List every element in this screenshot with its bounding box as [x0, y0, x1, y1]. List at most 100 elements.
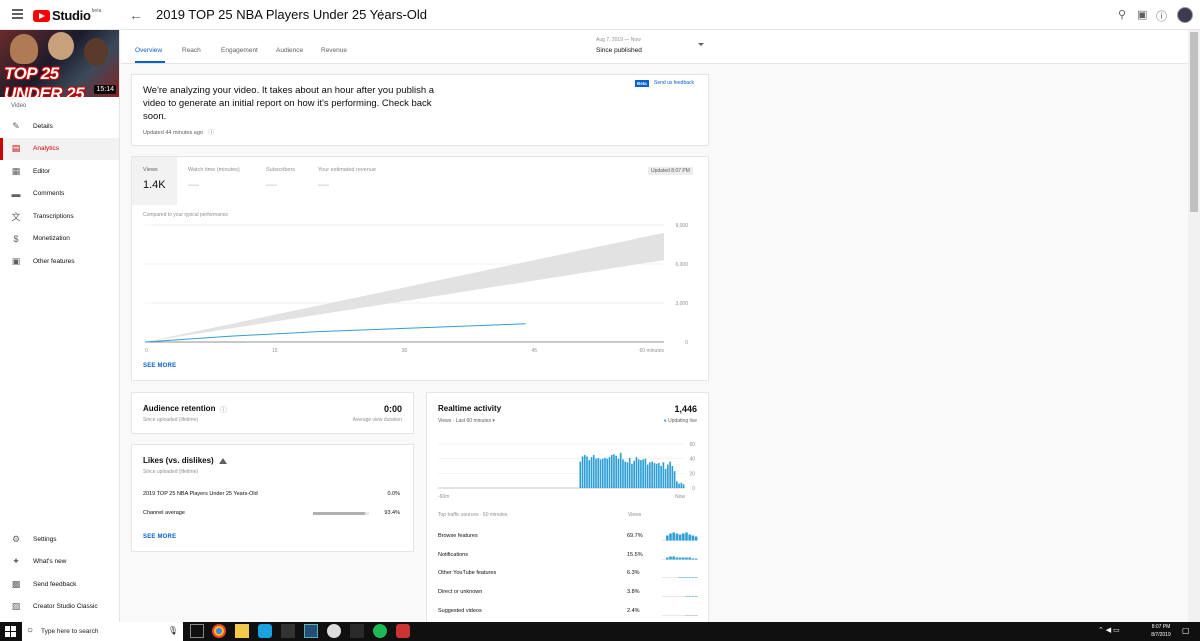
see-more-link[interactable]: SEE MORE	[143, 534, 176, 540]
skype-icon[interactable]	[258, 624, 272, 638]
sparkline-bar	[672, 532, 675, 541]
tab-revenue[interactable]: Revenue	[321, 47, 347, 54]
sparkline-bar	[672, 556, 675, 560]
tray-icons[interactable]: ⌃ ◀ ▭	[1098, 626, 1120, 634]
likes-row-label: 2019 TOP 25 NBA Players Under 25 Years-O…	[143, 491, 258, 497]
sidebar-item-label: Creator Studio Classic	[33, 603, 98, 611]
sidebar-item-other-features[interactable]: ▣ Other features	[0, 250, 119, 273]
tab-reach[interactable]: Reach	[182, 47, 201, 54]
realtime-bar	[664, 468, 667, 488]
realtime-sub[interactable]: Views · Last 60 minutes ▾	[438, 418, 495, 424]
likes-sub: Since uploaded (lifetime)	[143, 469, 199, 475]
warning-icon[interactable]	[219, 458, 227, 464]
metric-tab-watch-time[interactable]: Watch time (minutes) —	[177, 157, 255, 205]
notification-icon[interactable]: ▢	[1182, 626, 1190, 635]
realtime-bar	[622, 459, 624, 488]
search-icon: ○	[27, 625, 34, 636]
microphone-icon[interactable]: 🎙	[168, 626, 178, 635]
likes-title: Likes (vs. dislikes)	[143, 456, 214, 465]
studio-logo[interactable]: Studio beta	[33, 8, 101, 23]
clock[interactable]: 8:07 PM 8/7/2019	[1146, 624, 1176, 638]
info-icon[interactable]: ⓘ	[220, 405, 227, 415]
sparkline-bar	[691, 577, 695, 578]
back-arrow-icon[interactable]: ←	[129, 7, 143, 23]
file-explorer-icon[interactable]	[235, 624, 249, 638]
help-icon[interactable]: ⓘ	[1156, 8, 1167, 24]
analytics-tabs-bar: Overview Reach Engagement Audience Reven…	[121, 30, 1188, 64]
sidebar-item-creator-studio-classic[interactable]: ▨ Creator Studio Classic	[0, 596, 120, 619]
spotify-icon[interactable]	[373, 624, 387, 638]
realtime-bar	[637, 459, 640, 488]
chevron-down-icon[interactable]	[698, 43, 704, 46]
metric-label: Watch time (minutes)	[188, 167, 240, 173]
scrollbar-thumb[interactable]	[1190, 32, 1198, 212]
app-icon[interactable]	[350, 624, 364, 638]
sidebar-item-label: Transcriptions	[33, 212, 74, 220]
sidebar-item-analytics[interactable]: ▤ Analytics	[0, 137, 119, 160]
sidebar-item-send-feedback[interactable]: ▩ Send feedback	[0, 573, 120, 596]
realtime-bar	[676, 481, 678, 488]
video-thumbnail[interactable]: TOP 25 UNDER 25 15:14	[0, 30, 119, 97]
realtime-bar	[651, 461, 653, 488]
windows-start-icon[interactable]	[5, 626, 16, 637]
sidebar-item-details[interactable]: ✎ Details	[0, 115, 119, 138]
account-avatar[interactable]	[1177, 7, 1193, 23]
tab-audience[interactable]: Audience	[276, 47, 303, 54]
retention-sub: Since uploaded (lifetime)	[143, 417, 199, 423]
sidebar-item-settings[interactable]: ⚙ Settings	[0, 528, 120, 551]
search-icon[interactable]: ⚲	[1118, 8, 1126, 21]
x-tick-label: 45	[531, 348, 537, 354]
sparkle-icon: ✦	[12, 556, 20, 567]
realtime-bar	[640, 460, 642, 488]
see-more-link[interactable]: SEE MORE	[143, 363, 176, 369]
menu-icon[interactable]	[12, 9, 23, 19]
y-tick-label: 60	[689, 442, 695, 448]
sidebar: TOP 25 UNDER 25 15:14 Video ✎ Details ▤ Ana…	[0, 30, 120, 622]
sparkline-bar	[685, 557, 688, 560]
sparkline-bar	[666, 535, 669, 541]
create-video-icon[interactable]: ▣	[1137, 8, 1147, 21]
traffic-source-value: 69.7%	[627, 533, 643, 539]
vegas-icon[interactable]	[304, 624, 318, 638]
sidebar-item-monetization[interactable]: $ Monetization	[0, 228, 119, 251]
metric-tab-views[interactable]: Views 1.4K	[132, 157, 177, 205]
tab-overview[interactable]: Overview	[135, 47, 162, 54]
metric-tab-subscribers[interactable]: Subscribers —	[255, 157, 307, 205]
sparkline-bar	[688, 534, 691, 541]
info-icon[interactable]: ⓘ	[208, 130, 214, 136]
realtime-bar	[599, 459, 602, 488]
realtime-bar	[655, 463, 658, 488]
sidebar-item-label: Comments	[33, 190, 65, 198]
sparkline-bar	[694, 577, 698, 578]
app-icon[interactable]	[281, 624, 295, 638]
chrome-icon[interactable]	[212, 624, 226, 638]
metric-tab-revenue[interactable]: Your estimated revenue —	[307, 157, 397, 205]
sidebar-item-comments[interactable]: ▬ Comments	[0, 183, 119, 206]
updated-text: Updated 44 minutes ago	[143, 130, 203, 136]
sidebar-item-label: Details	[33, 122, 53, 130]
thumbnail-figure	[48, 32, 74, 60]
app-icon[interactable]	[327, 624, 341, 638]
realtime-bar	[669, 461, 671, 488]
sidebar-item-transcriptions[interactable]: 文 Transcriptions	[0, 205, 119, 228]
pencil-icon: ✎	[12, 120, 20, 131]
date-range-selector[interactable]: Aug 7, 2019 — Now Since published	[596, 37, 642, 54]
sidebar-item-label: Monetization	[33, 235, 70, 243]
realtime-card: Realtime activity 1,446 Views · Last 60 …	[426, 392, 709, 624]
x-tick-label: 0	[145, 348, 148, 354]
logo-beta: beta	[91, 8, 102, 14]
taskbar-search[interactable]: ○ Type here to search 🎙	[22, 622, 183, 641]
sparkline-bar	[666, 557, 669, 560]
tab-engagement[interactable]: Engagement	[221, 47, 258, 54]
task-view-icon[interactable]	[190, 624, 204, 638]
sidebar-item-editor[interactable]: ▦ Editor	[0, 160, 119, 183]
sparkline-bar	[669, 533, 672, 541]
clock-time: 8:07 PM	[1151, 624, 1171, 630]
send-feedback-link[interactable]: Send us feedback	[654, 80, 694, 86]
app-icon[interactable]	[396, 624, 410, 638]
sparkline-bar	[688, 596, 691, 597]
chevron-down-icon: ▾	[492, 418, 495, 424]
sidebar-item-what-s-new[interactable]: ✦ What's new	[0, 551, 120, 574]
page-scrollbar[interactable]	[1188, 30, 1200, 622]
more-options-icon[interactable]: ⋮	[375, 7, 388, 23]
